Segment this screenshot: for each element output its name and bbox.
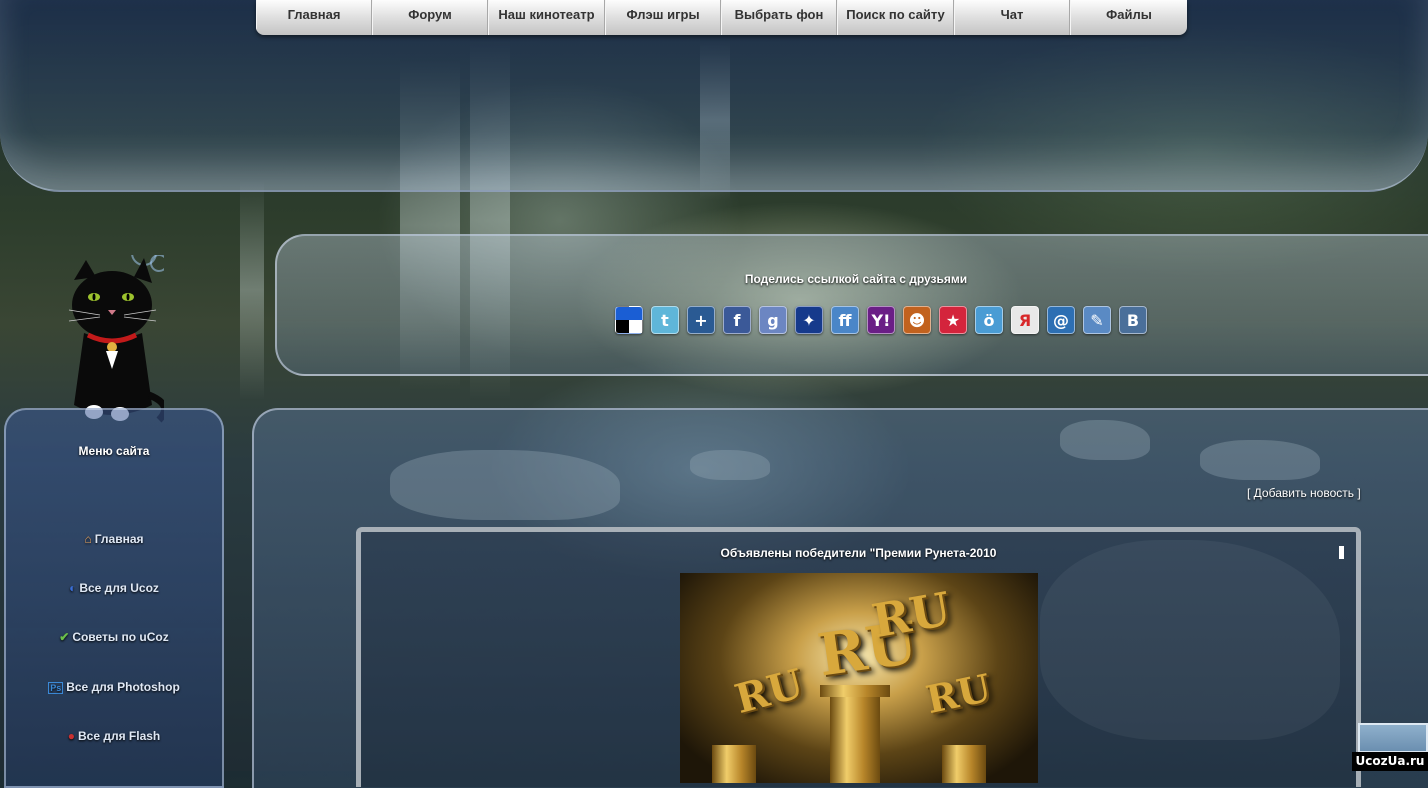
- ucoz-icon: ◐: [69, 581, 77, 595]
- column-capital: [820, 685, 890, 697]
- news-image: RU RU RU RU: [680, 573, 1038, 783]
- liveinternet-icon[interactable]: ö: [975, 306, 1003, 334]
- delicious-icon[interactable]: [615, 306, 643, 334]
- menu-item-label: Все для Flash: [77, 729, 161, 743]
- menu-item-label: Все для Ucoz: [79, 581, 159, 595]
- nav-site-search[interactable]: Поиск по сайту: [837, 0, 954, 35]
- yahoo-icon[interactable]: Y!: [867, 306, 895, 334]
- mail-ru-icon[interactable]: @: [1047, 306, 1075, 334]
- menu-item-home[interactable]: ⌂ Главная: [6, 532, 222, 546]
- column-icon: [712, 745, 756, 783]
- nav-forum[interactable]: Форум: [372, 0, 488, 35]
- news-entry: Объявлены победители "Премии Рунета-2010…: [356, 527, 1361, 787]
- digg-icon[interactable]: +: [687, 306, 715, 334]
- news-title[interactable]: Объявлены победители "Премии Рунета-2010: [361, 546, 1356, 560]
- nav-files[interactable]: Файлы: [1070, 0, 1187, 35]
- moy-mir-icon[interactable]: ★: [939, 306, 967, 334]
- menu-item-flash[interactable]: ● Все для Flash: [6, 729, 222, 743]
- news-image-text: RU: [730, 659, 809, 724]
- share-title: Поделись ссылкой сайта с друзьями: [744, 272, 968, 286]
- flash-icon: ●: [67, 729, 75, 743]
- vkontakte-icon[interactable]: B: [1119, 306, 1147, 334]
- google-icon[interactable]: g: [759, 306, 787, 334]
- column-icon: [830, 693, 880, 783]
- check-icon: ✔: [59, 630, 70, 644]
- nav-choose-background[interactable]: Выбрать фон: [721, 0, 837, 35]
- nav-home[interactable]: Главная: [256, 0, 372, 35]
- main-navigation: Главная Форум Наш кинотеатр Флэш игры Вы…: [256, 0, 1187, 35]
- photoshop-icon: Ps: [48, 682, 64, 694]
- share-panel: Поделись ссылкой сайта с друзьями t + f g ✦ f…: [275, 234, 1428, 376]
- friendfeed-icon[interactable]: ff: [831, 306, 859, 334]
- menu-item-ucoz-tips[interactable]: ✔ Советы по uCoz: [6, 630, 222, 644]
- menu-item-ucoz[interactable]: ◐ Все для Ucoz: [6, 581, 222, 595]
- myspace-icon[interactable]: ✦: [795, 306, 823, 334]
- twitter-icon[interactable]: t: [651, 306, 679, 334]
- news-image-text: RU: [922, 664, 995, 723]
- nav-chat[interactable]: Чат: [954, 0, 1070, 35]
- livejournal-icon[interactable]: ✎: [1083, 306, 1111, 334]
- column-icon: [942, 745, 986, 783]
- facebook-icon[interactable]: f: [723, 306, 751, 334]
- menu-item-label: Главная: [94, 532, 144, 546]
- scroll-widget[interactable]: [1358, 723, 1428, 753]
- nav-flash-games[interactable]: Флэш игры: [605, 0, 721, 35]
- nav-cinema[interactable]: Наш кинотеатр: [488, 0, 605, 35]
- mail-agent-icon[interactable]: ☻: [903, 306, 931, 334]
- menu-item-photoshop[interactable]: Ps Все для Photoshop: [6, 680, 222, 694]
- news-expand-icon[interactable]: [1339, 546, 1344, 559]
- yandex-icon[interactable]: Я: [1011, 306, 1039, 334]
- cat-mascot-icon: [68, 255, 164, 423]
- menu-item-label: Все для Photoshop: [66, 680, 180, 694]
- site-menu-title: Меню сайта: [78, 444, 150, 458]
- home-icon: ⌂: [84, 532, 92, 546]
- watermark: UcozUa.ru: [1352, 752, 1428, 771]
- news-image-text: RU: [867, 581, 955, 649]
- menu-item-label: Советы по uCoz: [72, 630, 169, 644]
- share-icons: t + f g ✦ ff Y! ☻ ★ ö Я @ ✎ B: [615, 306, 1147, 334]
- site-menu-panel: Меню сайта ⌂ Главная ◐ Все для Ucoz ✔ Совет…: [4, 408, 224, 788]
- add-news-link[interactable]: [ Добавить новость ]: [1247, 486, 1361, 500]
